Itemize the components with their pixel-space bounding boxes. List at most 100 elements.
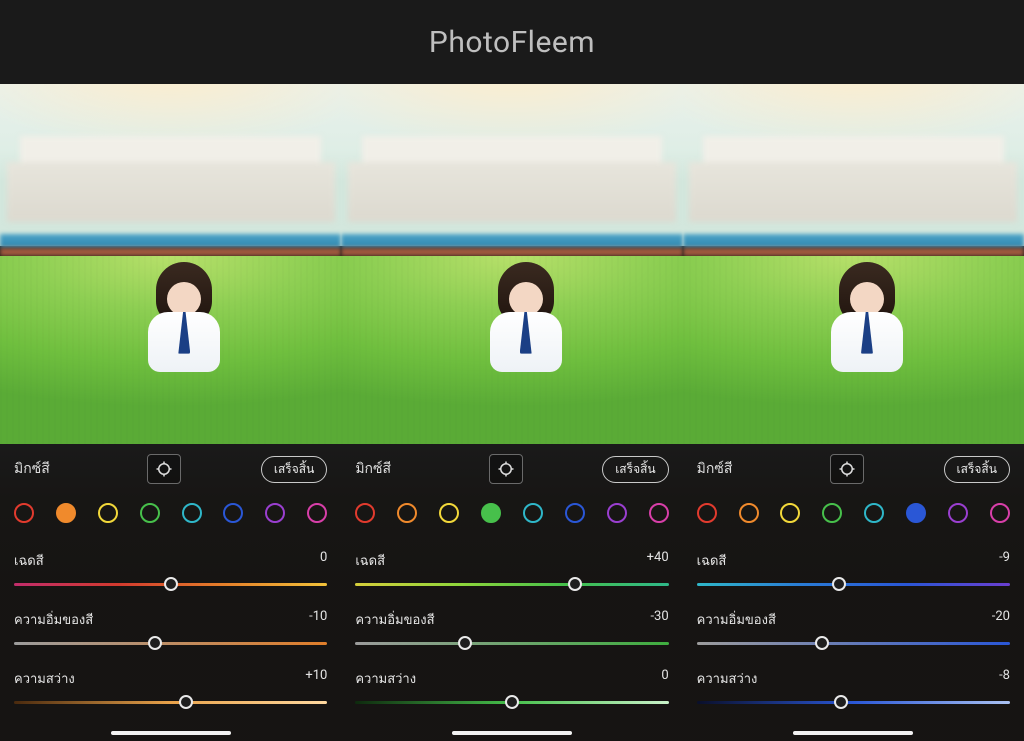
slider-hue-value: +40 bbox=[647, 550, 669, 571]
slider-luminance: ความสว่าง -8 bbox=[697, 668, 1010, 709]
panel-0: มิกซ์สี เสร็จสิ้น เฉดสี 0 ความอิ่มของสี … bbox=[0, 84, 341, 741]
panel-title: มิกซ์สี bbox=[14, 458, 68, 480]
swatch-3[interactable] bbox=[822, 503, 842, 523]
photo-preview bbox=[0, 84, 341, 444]
slider-hue-value: 0 bbox=[320, 550, 327, 571]
swatch-0[interactable] bbox=[355, 503, 375, 523]
swatch-2[interactable] bbox=[780, 503, 800, 523]
app-title-text: PhotoFleem bbox=[429, 25, 595, 60]
swatch-7[interactable] bbox=[649, 503, 669, 523]
panel-header: มิกซ์สี เสร็จสิ้น bbox=[355, 452, 668, 486]
slider-luminance-thumb[interactable] bbox=[505, 695, 519, 709]
slider-luminance-value: +10 bbox=[305, 668, 327, 689]
slider-saturation-track[interactable] bbox=[697, 636, 1010, 650]
slider-luminance-track[interactable] bbox=[697, 695, 1010, 709]
slider-saturation-thumb[interactable] bbox=[458, 636, 472, 650]
photo-preview bbox=[683, 84, 1024, 444]
slider-saturation-track[interactable] bbox=[355, 636, 668, 650]
target-picker-button[interactable] bbox=[830, 454, 864, 484]
slider-saturation-value: -30 bbox=[650, 609, 668, 630]
swatch-2[interactable] bbox=[439, 503, 459, 523]
slider-luminance-track[interactable] bbox=[355, 695, 668, 709]
slider-luminance-thumb[interactable] bbox=[179, 695, 193, 709]
slider-saturation-label: ความอิ่มของสี bbox=[697, 609, 776, 630]
slider-luminance-track[interactable] bbox=[14, 695, 327, 709]
swatch-1[interactable] bbox=[397, 503, 417, 523]
sliders: เฉดสี -9 ความอิ่มของสี -20 ความสว่าง -8 bbox=[697, 550, 1010, 709]
slider-saturation-thumb[interactable] bbox=[815, 636, 829, 650]
panel-header: มิกซ์สี เสร็จสิ้น bbox=[14, 452, 327, 486]
panel-title: มิกซ์สี bbox=[697, 458, 751, 480]
done-button[interactable]: เสร็จสิ้น bbox=[944, 456, 1010, 483]
slider-luminance: ความสว่าง +10 bbox=[14, 668, 327, 709]
slider-luminance: ความสว่าง 0 bbox=[355, 668, 668, 709]
swatch-1[interactable] bbox=[739, 503, 759, 523]
swatch-6[interactable] bbox=[948, 503, 968, 523]
sliders: เฉดสี +40 ความอิ่มของสี -30 ความสว่าง 0 bbox=[355, 550, 668, 709]
swatch-5[interactable] bbox=[565, 503, 585, 523]
slider-luminance-label: ความสว่าง bbox=[14, 668, 75, 689]
slider-saturation-track[interactable] bbox=[14, 636, 327, 650]
slider-hue-thumb[interactable] bbox=[832, 577, 846, 591]
app-root: PhotoFleem มิกซ์สี เสร็จสิ้น เฉดสี bbox=[0, 0, 1024, 741]
color-swatches bbox=[14, 490, 327, 536]
color-swatches bbox=[355, 490, 668, 536]
swatch-0[interactable] bbox=[697, 503, 717, 523]
slider-saturation-label: ความอิ่มของสี bbox=[14, 609, 93, 630]
slider-luminance-label: ความสว่าง bbox=[697, 668, 758, 689]
slider-hue-label: เฉดสี bbox=[14, 550, 44, 571]
target-picker-button[interactable] bbox=[147, 454, 181, 484]
panel-header: มิกซ์สี เสร็จสิ้น bbox=[697, 452, 1010, 486]
color-swatches bbox=[697, 490, 1010, 536]
slider-hue: เฉดสี -9 bbox=[697, 550, 1010, 591]
swatch-0[interactable] bbox=[14, 503, 34, 523]
panel-2: มิกซ์สี เสร็จสิ้น เฉดสี -9 ความอิ่มของสี… bbox=[683, 84, 1024, 741]
swatch-3[interactable] bbox=[481, 503, 501, 523]
slider-hue-value: -9 bbox=[999, 550, 1010, 571]
slider-hue-thumb[interactable] bbox=[164, 577, 178, 591]
slider-hue-thumb[interactable] bbox=[568, 577, 582, 591]
slider-saturation: ความอิ่มของสี -10 bbox=[14, 609, 327, 650]
slider-luminance-value: 0 bbox=[661, 668, 668, 689]
panel-title: มิกซ์สี bbox=[355, 458, 409, 480]
photo-preview bbox=[341, 84, 682, 444]
home-indicator bbox=[793, 731, 913, 735]
swatch-5[interactable] bbox=[223, 503, 243, 523]
slider-saturation: ความอิ่มของสี -20 bbox=[697, 609, 1010, 650]
slider-hue: เฉดสี +40 bbox=[355, 550, 668, 591]
done-button[interactable]: เสร็จสิ้น bbox=[602, 456, 668, 483]
swatch-6[interactable] bbox=[607, 503, 627, 523]
swatch-4[interactable] bbox=[864, 503, 884, 523]
slider-hue: เฉดสี 0 bbox=[14, 550, 327, 591]
slider-luminance-thumb[interactable] bbox=[834, 695, 848, 709]
slider-hue-track[interactable] bbox=[697, 577, 1010, 591]
swatch-7[interactable] bbox=[990, 503, 1010, 523]
swatch-4[interactable] bbox=[523, 503, 543, 523]
home-indicator bbox=[111, 731, 231, 735]
swatch-1[interactable] bbox=[56, 503, 76, 523]
slider-hue-label: เฉดสี bbox=[355, 550, 385, 571]
slider-saturation-value: -20 bbox=[992, 609, 1010, 630]
slider-saturation: ความอิ่มของสี -30 bbox=[355, 609, 668, 650]
panels-row: มิกซ์สี เสร็จสิ้น เฉดสี 0 ความอิ่มของสี … bbox=[0, 84, 1024, 741]
swatch-2[interactable] bbox=[98, 503, 118, 523]
swatch-3[interactable] bbox=[140, 503, 160, 523]
sliders: เฉดสี 0 ความอิ่มของสี -10 ความสว่าง +10 bbox=[14, 550, 327, 709]
slider-saturation-value: -10 bbox=[309, 609, 327, 630]
done-button[interactable]: เสร็จสิ้น bbox=[261, 456, 327, 483]
target-picker-button[interactable] bbox=[489, 454, 523, 484]
home-indicator bbox=[452, 731, 572, 735]
swatch-7[interactable] bbox=[307, 503, 327, 523]
slider-hue-track[interactable] bbox=[355, 577, 668, 591]
slider-saturation-label: ความอิ่มของสี bbox=[355, 609, 434, 630]
slider-saturation-thumb[interactable] bbox=[148, 636, 162, 650]
slider-hue-label: เฉดสี bbox=[697, 550, 727, 571]
swatch-5[interactable] bbox=[906, 503, 926, 523]
slider-luminance-value: -8 bbox=[999, 668, 1010, 689]
page-title: PhotoFleem bbox=[0, 0, 1024, 84]
swatch-6[interactable] bbox=[265, 503, 285, 523]
swatch-4[interactable] bbox=[182, 503, 202, 523]
slider-hue-track[interactable] bbox=[14, 577, 327, 591]
panel-1: มิกซ์สี เสร็จสิ้น เฉดสี +40 ความอิ่มของส… bbox=[341, 84, 682, 741]
slider-luminance-label: ความสว่าง bbox=[355, 668, 416, 689]
